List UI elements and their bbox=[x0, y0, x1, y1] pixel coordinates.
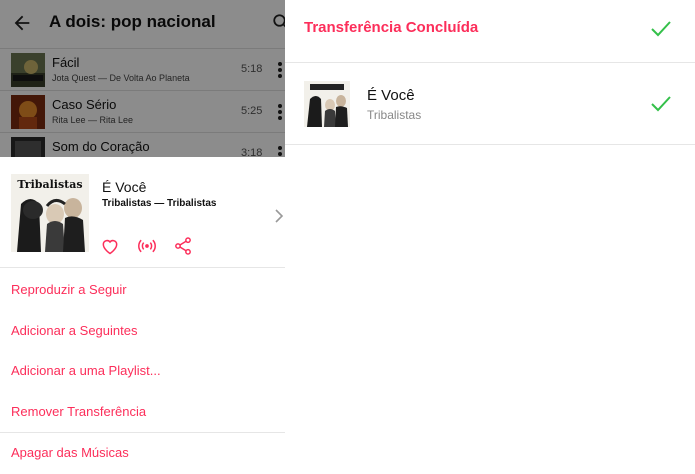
menu-add-to-playlist[interactable]: Adicionar a uma Playlist... bbox=[11, 363, 161, 378]
left-panel: A dois: pop nacional Fácil Jota Quest — … bbox=[0, 0, 285, 474]
heart-icon[interactable] bbox=[100, 236, 120, 256]
album-art bbox=[304, 81, 350, 127]
album-art: Tribalistas bbox=[11, 174, 89, 252]
right-panel: Transferência Concluída É Você Tribalist… bbox=[285, 0, 695, 474]
divider bbox=[285, 144, 695, 145]
dim-overlay[interactable] bbox=[0, 0, 285, 157]
broadcast-icon[interactable] bbox=[137, 236, 157, 256]
divider bbox=[0, 267, 285, 268]
chevron-right-icon[interactable] bbox=[274, 209, 284, 223]
check-icon bbox=[651, 21, 671, 37]
menu-remove-download[interactable]: Remover Transferência bbox=[11, 404, 146, 419]
menu-add-to-up-next[interactable]: Adicionar a Seguintes bbox=[11, 323, 137, 338]
album-logo-text: Tribalistas bbox=[17, 178, 82, 191]
share-icon[interactable] bbox=[173, 236, 193, 256]
menu-play-next[interactable]: Reproduzir a Seguir bbox=[11, 282, 127, 297]
menu-delete-from-library[interactable]: Apagar das Músicas bbox=[11, 445, 129, 460]
download-item-title: É Você bbox=[367, 87, 415, 104]
download-complete-header: Transferência Concluída bbox=[304, 19, 479, 36]
divider bbox=[0, 432, 285, 433]
download-item-subtitle: Tribalistas bbox=[367, 108, 422, 122]
song-title: É Você bbox=[102, 179, 147, 195]
divider bbox=[285, 62, 695, 63]
check-icon bbox=[651, 96, 671, 112]
song-subtitle: Tribalistas — Tribalistas bbox=[102, 198, 217, 209]
playlist-view: A dois: pop nacional Fácil Jota Quest — … bbox=[0, 0, 285, 157]
action-sheet: Tribalistas É Você Tribalistas — Tribali… bbox=[0, 157, 285, 474]
